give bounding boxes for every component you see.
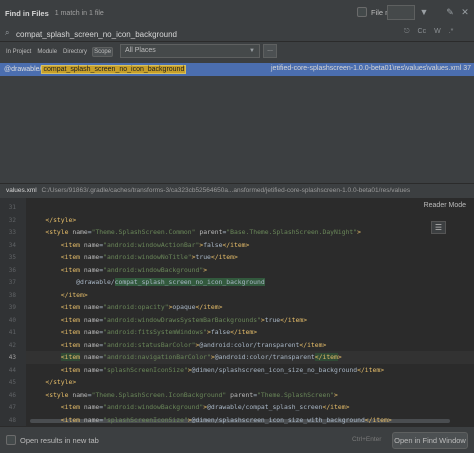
line-number: 34 xyxy=(8,241,16,249)
code-preview[interactable]: 31 32 33 34 35 36 37 38 39 40 41 42 43 44 45 46 47 48 Rea… xyxy=(0,198,474,426)
clear-icon[interactable]: ⎋ xyxy=(404,28,410,36)
line-number: 40 xyxy=(8,316,16,324)
code-line: @drawable/compat_splash_screen_no_icon_b… xyxy=(30,278,265,286)
line-gutter: 31 32 33 34 35 36 37 38 39 40 41 42 43 44 45 46 47 48 xyxy=(0,198,26,426)
line-number: 43 xyxy=(8,354,16,361)
regex-toggle[interactable]: .* xyxy=(449,28,454,36)
code-line: </item> xyxy=(60,290,88,299)
tab-scope[interactable]: Scope xyxy=(92,47,114,57)
file-mask-checkbox[interactable] xyxy=(357,7,367,17)
code-line: <item name="splashScreenIconSize">@dimen… xyxy=(60,365,385,374)
search-row: ⌕ ⎋ Cc W .* xyxy=(0,26,474,42)
line-number: 31 xyxy=(8,204,16,211)
code-line: <item name="splashScreenIconSize">@dimen… xyxy=(60,415,392,424)
code-line: <item name="android:windowNoTitle">true<… xyxy=(60,253,238,261)
result-match: compat_splash_screen_no_icon_background xyxy=(41,65,187,74)
scope-select[interactable]: All Places ▼ xyxy=(120,44,260,58)
code-line: <style name="Theme.SplashScreen.IconBack… xyxy=(45,390,338,399)
code-line: </style> xyxy=(45,215,77,224)
code-line: <item name="android:windowBackground">@d… xyxy=(60,403,350,411)
scope-select-value: All Places xyxy=(125,47,156,54)
line-number: 37 xyxy=(8,279,16,286)
result-prefix: @drawable/ xyxy=(4,66,42,73)
line-number: 41 xyxy=(8,329,16,336)
search-input[interactable] xyxy=(16,27,386,41)
code-line: </style> xyxy=(45,378,77,386)
code-line: <item name="android:opacity">opaque</ite… xyxy=(60,303,223,311)
tab-in-project[interactable]: In Project xyxy=(5,48,32,56)
match-case-toggle[interactable]: Cc xyxy=(418,28,427,36)
pin-icon[interactable]: ✎ xyxy=(444,5,456,20)
match-count: 1 match in 1 file xyxy=(54,9,104,17)
close-icon[interactable]: ✕ xyxy=(460,5,470,20)
preview-path-bar: values.xml C:/Users/91863/.gradle/caches… xyxy=(0,184,474,198)
line-number: 36 xyxy=(8,266,16,274)
dialog-footer: Open results in new tab Ctrl+Enter Open … xyxy=(0,426,474,453)
line-number: 38 xyxy=(8,291,16,299)
reader-mode-label[interactable]: Reader Mode xyxy=(424,202,466,209)
preview-file-path: C:/Users/91863/.gradle/caches/transforms… xyxy=(41,187,411,194)
tab-directory[interactable]: Directory xyxy=(62,48,88,56)
filter-icon[interactable]: ▼ xyxy=(418,5,430,20)
line-number: 42 xyxy=(8,341,16,349)
preview-file-name: values.xml xyxy=(6,187,37,194)
code-line: <item name="android:windowDrawsSystemBar… xyxy=(60,315,308,324)
code-line: <style name="Theme.SplashScreen.Common" … xyxy=(45,228,361,236)
line-number: 44 xyxy=(8,366,16,374)
search-options: ⎋ Cc W .* xyxy=(404,28,453,36)
scope-more-button[interactable]: ... xyxy=(263,44,277,58)
code-line: <item name="android:navigationBarColor">… xyxy=(60,353,342,361)
file-mask-input[interactable] xyxy=(387,5,415,20)
line-number: 35 xyxy=(8,254,16,261)
search-icon: ⌕ xyxy=(5,28,10,37)
whole-words-toggle[interactable]: W xyxy=(434,28,441,36)
line-number: 46 xyxy=(8,391,16,399)
code-line: <item name="android:statusBarColor">@and… xyxy=(60,340,327,349)
code-line: <item name="android:windowActionBar">fal… xyxy=(60,240,250,249)
chevron-down-icon: ▼ xyxy=(249,48,255,54)
line-number: 39 xyxy=(8,304,16,311)
open-in-new-tab-label: Open results in new tab xyxy=(20,435,99,445)
result-row[interactable]: @drawable/ compat_splash_screen_no_icon_… xyxy=(0,63,474,76)
shortcut-hint: Ctrl+Enter xyxy=(352,436,382,443)
line-number: 33 xyxy=(8,229,16,236)
code-line: <item name="android:fitsSystemWindows">f… xyxy=(60,328,258,336)
reader-mode-icon[interactable]: ☰ xyxy=(431,221,446,234)
line-number: 45 xyxy=(8,379,16,386)
open-in-find-window-button[interactable]: Open in Find Window xyxy=(392,432,468,449)
result-location: jetified-core-splashscreen-1.0.0-beta01\… xyxy=(271,65,471,72)
tab-module[interactable]: Module xyxy=(36,48,58,56)
open-in-new-tab-checkbox[interactable] xyxy=(6,435,16,445)
line-number: 48 xyxy=(8,416,16,424)
code-line: <item name="android:windowBackground"> xyxy=(60,265,208,274)
results-list: @drawable/ compat_splash_screen_no_icon_… xyxy=(0,61,474,183)
line-number: 32 xyxy=(8,216,16,224)
line-number: 47 xyxy=(8,404,16,411)
open-in-new-tab-option[interactable]: Open results in new tab xyxy=(6,435,99,445)
dialog-title: Find in Files xyxy=(5,8,49,18)
